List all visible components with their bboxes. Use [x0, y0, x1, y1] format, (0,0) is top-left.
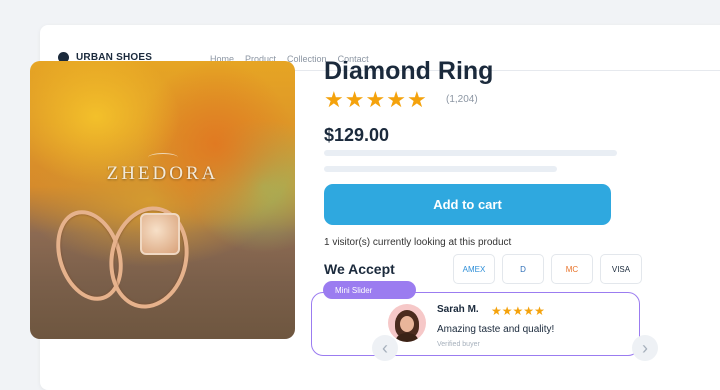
star-icon: ★ — [512, 304, 524, 318]
star-icon: ★ — [406, 87, 427, 112]
chevron-left-icon: ‹ — [382, 337, 388, 358]
payment-amex-icon: AMEX — [453, 254, 495, 284]
product-image: ZHEDORA — [30, 61, 295, 339]
review-count[interactable]: (1,204) — [446, 94, 478, 105]
mini-slider-tag: Mini Slider — [323, 281, 416, 299]
payment-mastercard-icon: MC — [551, 254, 593, 284]
ring-stone-icon — [140, 213, 180, 255]
verified-badge: Verified buyer — [437, 341, 480, 348]
review-text: Amazing taste and quality! — [437, 324, 555, 335]
add-to-cart-button[interactable]: Add to cart — [324, 184, 611, 225]
star-icon: ★ — [501, 304, 513, 318]
product-title: Diamond Ring — [324, 57, 494, 85]
placeholder-line — [324, 166, 557, 172]
star-icon: ★ — [386, 87, 406, 112]
logo-crown-icon — [148, 153, 178, 162]
star-icon: ★ — [491, 304, 502, 318]
visitor-count: 1 visitor(s) currently looking at this p… — [324, 237, 512, 248]
payments-heading: We Accept — [324, 261, 395, 277]
image-brand-watermark: ZHEDORA — [106, 163, 219, 184]
star-icon: ★ — [365, 87, 386, 112]
reviewer-name: Sarah M. — [437, 304, 479, 315]
slider-next-button[interactable]: › — [632, 335, 658, 361]
review-stars: ★ ★ ★ ★ ★ — [491, 305, 545, 317]
star-icon: ★ — [534, 304, 545, 318]
avatar — [388, 304, 426, 342]
placeholder-line — [324, 150, 617, 156]
product-price: $129.00 — [324, 125, 390, 145]
chevron-right-icon: › — [642, 337, 648, 358]
payment-discover-icon: D — [502, 254, 544, 284]
nav-link-collection[interactable]: Collection — [287, 54, 327, 64]
star-icon: ★ — [324, 87, 344, 112]
rating-stars: ★ ★ ★ ★ ★ — [324, 89, 427, 111]
payment-visa-icon: VISA — [600, 254, 642, 284]
star-icon: ★ — [523, 304, 535, 318]
slider-prev-button[interactable]: ‹ — [372, 335, 398, 361]
star-icon: ★ — [344, 87, 365, 112]
